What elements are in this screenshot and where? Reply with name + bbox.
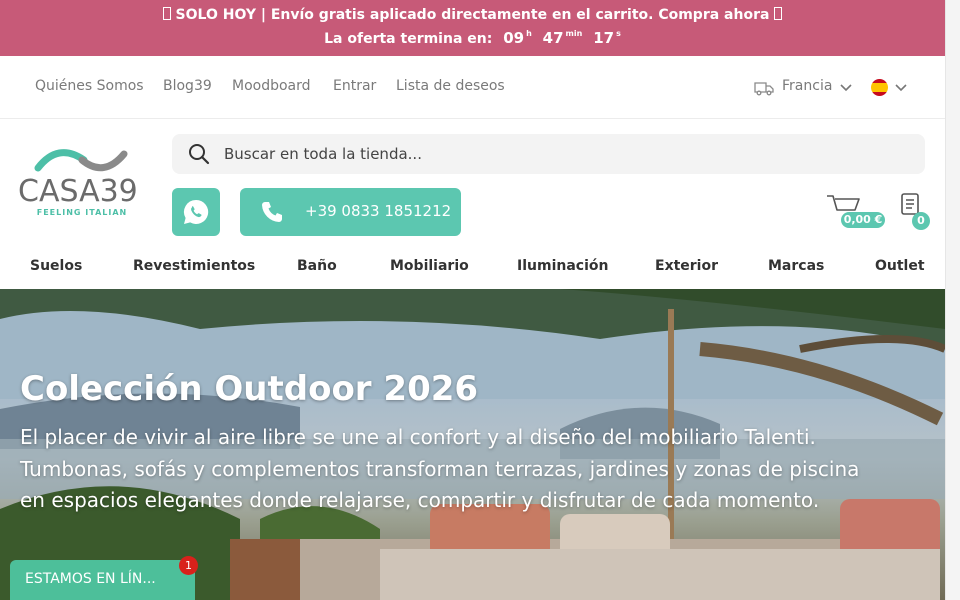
countdown: La oferta termina en: 09 h 47 min 17 s — [0, 29, 945, 47]
logo-name: CASA39 — [18, 174, 138, 209]
cart-total[interactable]: 0,00 € — [841, 212, 885, 228]
chevron-down-icon[interactable] — [840, 84, 852, 92]
whatsapp-button[interactable] — [172, 188, 220, 236]
countdown-seconds-unit: s — [616, 29, 621, 38]
chat-label: ESTAMOS EN LÍN... — [25, 571, 156, 587]
logo[interactable]: CASA39 FEELING ITALIAN — [18, 146, 146, 222]
list-count-badge[interactable]: 0 — [912, 212, 930, 230]
hero-banner[interactable]: Colección Outdoor 2026 El placer de vivi… — [0, 289, 945, 600]
top-nav: Quiénes Somos Blog39 Moodboard Entrar Li… — [0, 56, 945, 119]
promo-bar[interactable]: SOLO HOY | Envío gratis aplicado directa… — [0, 0, 945, 56]
phone-number: +39 0833 1851212 — [305, 202, 452, 220]
nav-link-blog39[interactable]: Blog39 — [163, 78, 212, 94]
search-icon[interactable] — [188, 143, 210, 165]
logo-tagline: FEELING ITALIAN — [36, 208, 128, 217]
logo-mark-icon — [34, 149, 128, 172]
hero-text-line: en espacios elegantes donde relajarse, c… — [20, 488, 820, 512]
countdown-hours: 09 — [503, 29, 525, 47]
phone-button[interactable]: +39 0833 1851212 — [240, 188, 461, 236]
phone-icon — [262, 202, 282, 222]
category-iluminacion[interactable]: Iluminación — [517, 258, 608, 274]
countdown-label: La oferta termina en: — [324, 31, 493, 47]
truck-icon — [754, 82, 774, 96]
category-outlet[interactable]: Outlet — [875, 258, 925, 274]
category-suelos[interactable]: Suelos — [30, 258, 82, 274]
hero-text-line: El placer de vivir al aire libre se une … — [20, 425, 816, 449]
search-input[interactable] — [224, 143, 904, 165]
chevron-down-icon[interactable] — [895, 84, 907, 92]
scrollbar[interactable] — [945, 0, 960, 600]
category-bano[interactable]: Baño — [297, 258, 337, 274]
hero-text-line: Tumbonas, sofás y complementos transform… — [20, 457, 860, 481]
countdown-minutes-unit: min — [565, 29, 583, 38]
nav-link-quienes-somos[interactable]: Quiénes Somos — [35, 78, 144, 94]
nav-link-lista-deseos[interactable]: Lista de deseos — [396, 78, 505, 94]
promo-text-line: SOLO HOY | Envío gratis aplicado directa… — [0, 7, 945, 23]
country-selector[interactable]: Francia — [782, 78, 832, 94]
nav-link-entrar[interactable]: Entrar — [333, 78, 376, 94]
nav-link-moodboard[interactable]: Moodboard — [232, 78, 311, 94]
hero-title: Colección Outdoor 2026 — [20, 369, 479, 409]
live-chat-button[interactable]: ESTAMOS EN LÍN... — [10, 560, 195, 600]
countdown-minutes: 47 — [542, 29, 564, 47]
category-revestimientos[interactable]: Revestimientos — [133, 258, 255, 274]
page: SOLO HOY | Envío gratis aplicado directa… — [0, 0, 945, 600]
gift-icon — [162, 7, 171, 20]
category-mobiliario[interactable]: Mobiliario — [390, 258, 469, 274]
category-marcas[interactable]: Marcas — [768, 258, 824, 274]
whatsapp-icon — [183, 199, 209, 224]
es-flag-icon[interactable] — [871, 79, 888, 96]
gift-icon — [774, 7, 783, 20]
category-exterior[interactable]: Exterior — [655, 258, 718, 274]
chat-notification-badge: 1 — [179, 556, 198, 575]
promo-text: SOLO HOY | Envío gratis aplicado directa… — [175, 7, 770, 23]
countdown-hours-unit: h — [526, 29, 532, 38]
countdown-seconds: 17 — [593, 29, 615, 47]
